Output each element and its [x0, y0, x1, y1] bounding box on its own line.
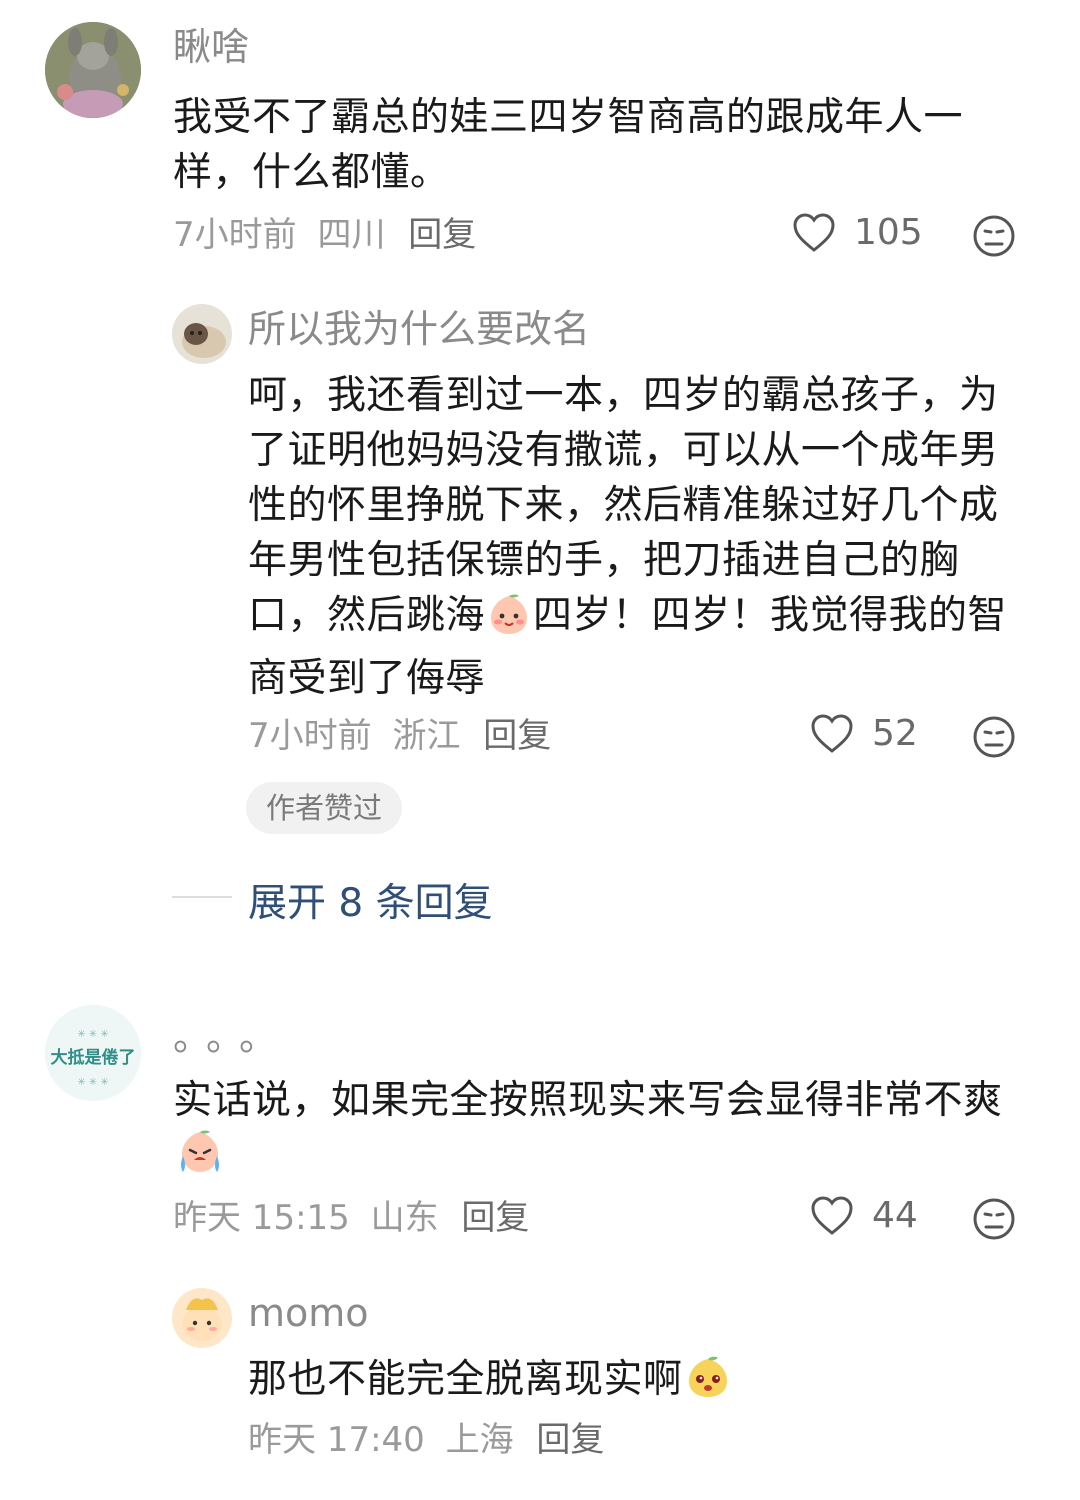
like-count: 52 [872, 713, 918, 754]
comment-meta: 昨天 17:40 上海 回复 [248, 1420, 604, 1460]
like-count: 44 [872, 1195, 918, 1236]
meh-face-icon [973, 716, 1015, 758]
reply-button[interactable]: 回复 [461, 1198, 529, 1238]
comment-location: 上海 [445, 1420, 514, 1460]
dislike-button[interactable] [972, 715, 1016, 763]
heart-outline-icon [793, 212, 835, 252]
username[interactable]: 。。。 [173, 1014, 291, 1060]
comment-location: 山东 [370, 1198, 439, 1238]
like-button[interactable]: 44 [810, 1195, 918, 1236]
username[interactable]: 瞅啥 [173, 24, 249, 70]
svg-text:大抵是倦了: 大抵是倦了 [51, 1047, 136, 1068]
like-count: 105 [854, 212, 923, 253]
svg-text:✳ ✳ ✳: ✳ ✳ ✳ [77, 1077, 109, 1088]
comment-time: 7小时前 [248, 716, 372, 756]
expand-replies-button[interactable]: 展开 8 条回复 [248, 872, 493, 928]
username[interactable]: 所以我为什么要改名 [248, 306, 590, 352]
reply-button[interactable]: 回复 [536, 1420, 604, 1460]
avatar-user-2[interactable] [172, 304, 232, 364]
reply-button[interactable]: 回复 [408, 215, 476, 255]
like-button[interactable]: 52 [810, 713, 918, 754]
comment-text-part: 那也不能完全脱离现实啊 [248, 1357, 683, 1402]
author-liked-badge: 作者赞过 [246, 782, 403, 834]
avatar-user-4[interactable] [172, 1288, 232, 1348]
username[interactable]: momo [248, 1290, 369, 1336]
comment-meta: 7小时前 四川 回复 [173, 215, 476, 255]
comment-location: 四川 [317, 215, 386, 255]
comment-meta: 昨天 15:15 山东 回复 [173, 1198, 529, 1238]
comment-time: 昨天 17:40 [248, 1420, 425, 1460]
heart-outline-icon [811, 1195, 853, 1235]
avatar-user-3[interactable]: 大抵是倦了 ✳ ✳ ✳ ✳ ✳ ✳ [45, 1005, 141, 1101]
comment-text: 那也不能完全脱离现实啊 [248, 1352, 1023, 1415]
expand-divider [172, 896, 232, 898]
meh-face-icon [973, 215, 1015, 257]
dislike-button[interactable] [972, 214, 1016, 262]
mango-face-emoji-icon [685, 1354, 731, 1415]
reply-button[interactable]: 回复 [483, 716, 551, 756]
peach-crying-emoji-icon [175, 1128, 225, 1191]
heart-outline-icon [811, 713, 853, 753]
comment-text-part: 实话说，如果完全按照现实来写会显得非常不爽 [173, 1078, 1003, 1123]
comment-text: 实话说，如果完全按照现实来写会显得非常不爽 [173, 1073, 1023, 1191]
avatar-user-1[interactable] [45, 22, 141, 118]
meh-face-icon [973, 1198, 1015, 1240]
comment-meta: 7小时前 浙江 回复 [248, 716, 551, 756]
comment-location: 浙江 [392, 716, 461, 756]
comment-time: 昨天 15:15 [173, 1198, 350, 1238]
svg-text:✳ ✳ ✳: ✳ ✳ ✳ [77, 1029, 109, 1040]
like-button[interactable]: 105 [792, 212, 923, 253]
comment-text: 呵，我还看到过一本，四岁的霸总孩子，为了证明他妈妈没有撒谎，可以从一个成年男性的… [248, 368, 1023, 706]
dislike-button[interactable] [972, 1197, 1016, 1245]
comment-time: 7小时前 [173, 215, 297, 255]
peach-smile-emoji-icon [487, 592, 531, 651]
comment-text: 我受不了霸总的娃三四岁智商高的跟成年人一样，什么都懂。 [173, 95, 964, 195]
